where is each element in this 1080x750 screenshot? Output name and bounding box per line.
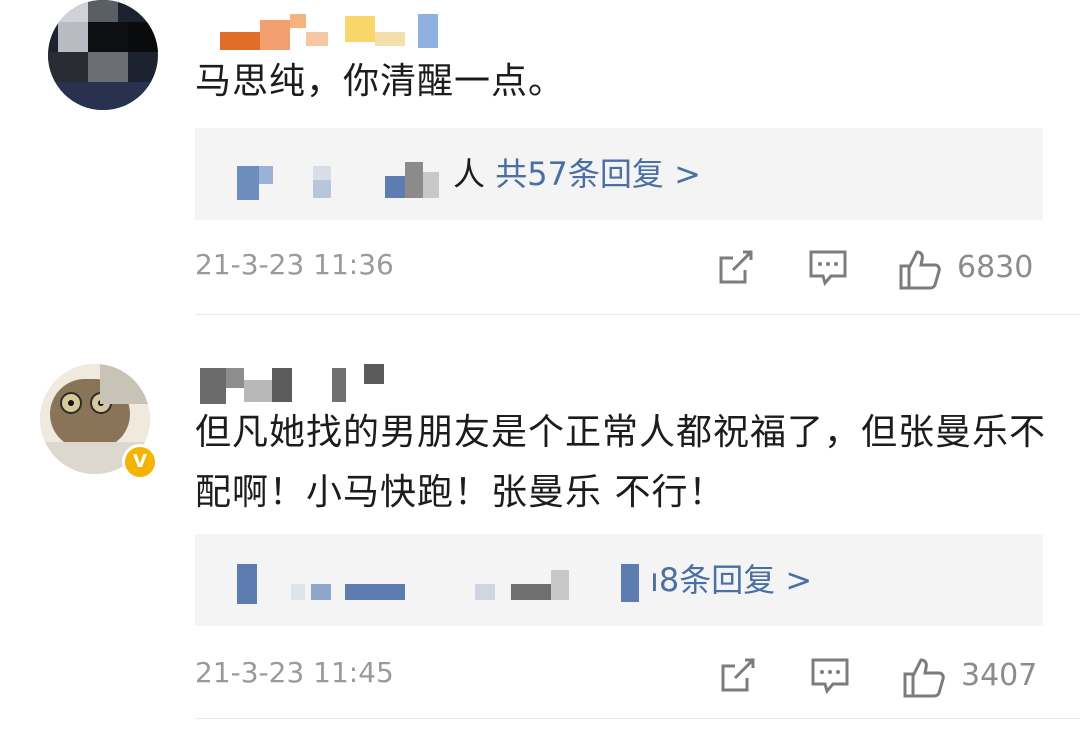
reply-author-mosaic [235,564,655,604]
share-icon[interactable] [717,656,757,696]
reply-count-link[interactable]: ı8条回复 > [650,558,812,602]
reply-preview[interactable]: 人 共57条回复 > [195,128,1043,220]
reply-count-label[interactable]: ı8条回复 > [650,561,812,599]
reply-author-mosaic [235,162,465,200]
comment-icon[interactable] [809,656,851,696]
comment-icon[interactable] [807,248,849,288]
reply-author-suffix: 人 [453,155,486,193]
username-redacted[interactable] [200,356,400,404]
user-avatar[interactable]: V [40,364,158,480]
divider [195,718,1080,719]
user-avatar[interactable] [48,0,158,110]
share-icon[interactable] [715,248,755,288]
comment-meta: 21-3-23 11:36 6830 [195,244,1055,294]
divider [195,314,1080,315]
comment-item: 马思纯，你清醒一点。 人 共57条回复 > 21-3-23 11:36 6830 [0,0,1080,316]
comment-meta: 21-3-23 11:45 3407 [195,652,1055,702]
username-redacted[interactable] [220,10,440,50]
comment-text: 马思纯，你清醒一点。 [195,61,566,102]
timestamp: 21-3-23 11:36 [195,248,394,281]
like-count: 6830 [957,250,1034,285]
reply-count-link[interactable]: 人 共57条回复 > [453,152,701,196]
like-count: 3407 [961,658,1038,693]
comment-item: V 但凡她找的男朋友是个正常人都祝福了，但张曼乐不配啊！小马快跑！张曼乐 不行！… [0,316,1080,750]
avatar-mosaic [48,0,158,110]
timestamp: 21-3-23 11:45 [195,656,394,689]
verified-badge-icon: V [122,444,158,480]
like-icon[interactable] [897,248,943,292]
comment-text: 但凡她找的男朋友是个正常人都祝福了，但张曼乐不配啊！小马快跑！张曼乐 不行！ [195,412,1047,513]
reply-preview[interactable]: ı8条回复 > [195,534,1043,626]
reply-count-label[interactable]: 共57条回复 > [495,155,701,193]
like-icon[interactable] [901,656,947,700]
